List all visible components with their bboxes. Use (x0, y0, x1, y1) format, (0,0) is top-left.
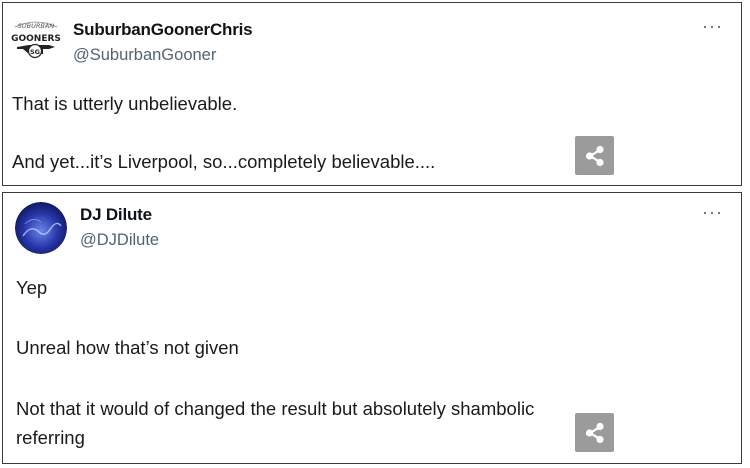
user-handle[interactable]: @SuburbanGooner (73, 46, 216, 65)
share-button[interactable] (575, 136, 614, 175)
gooners-logo-icon: SUBURBAN GOONERS SG (9, 15, 63, 69)
more-dots-icon[interactable]: ··· (702, 17, 723, 35)
tweet-card: SUBURBAN GOONERS SG SuburbanGoonerChris … (2, 2, 742, 186)
tweet-text-line: Not that it would of changed the result … (16, 398, 535, 419)
tweet-text-line: That is utterly unbelievable. (12, 93, 238, 114)
tweet-text-line: Yep (16, 277, 48, 298)
avatar[interactable]: SUBURBAN GOONERS SG (9, 15, 63, 69)
tweet-card: DJ Dilute @DJDilute ··· Yep Unreal how t… (2, 192, 742, 464)
logo-badge-text: SG (30, 48, 40, 56)
share-button[interactable] (575, 413, 614, 452)
tweet-text-line: And yet...it’s Liverpool, so...completel… (12, 151, 436, 172)
tweet-text-line: Unreal how that’s not given (16, 337, 239, 358)
display-name[interactable]: SuburbanGoonerChris (73, 20, 253, 40)
share-icon (585, 145, 604, 166)
more-dots-icon[interactable]: ··· (702, 203, 723, 221)
logo-top-text: SUBURBAN (18, 22, 55, 30)
dj-avatar-icon (15, 202, 67, 254)
tweet-text-line: referring (16, 427, 85, 448)
logo-main-text: GOONERS (11, 34, 61, 44)
share-icon (585, 422, 604, 443)
user-handle[interactable]: @DJDilute (80, 231, 159, 250)
avatar[interactable] (15, 202, 67, 254)
display-name[interactable]: DJ Dilute (80, 205, 152, 225)
